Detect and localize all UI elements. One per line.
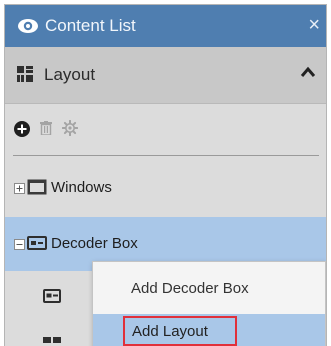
decoder-box-icon bbox=[27, 236, 47, 250]
panel-title: Content List bbox=[45, 16, 136, 35]
eye-icon bbox=[18, 19, 38, 33]
decoder-box-icon bbox=[43, 289, 61, 303]
layout-grid-icon bbox=[17, 66, 33, 82]
trash-icon[interactable] bbox=[40, 121, 52, 135]
toolbar-divider bbox=[13, 155, 319, 156]
window-icon bbox=[27, 179, 47, 195]
context-menu: Add Decoder Box Add Layout bbox=[92, 261, 326, 346]
tree-item-windows[interactable]: Windows bbox=[5, 161, 326, 215]
close-icon[interactable]: × bbox=[308, 5, 320, 45]
gear-icon[interactable] bbox=[62, 120, 78, 136]
layout-toolbar bbox=[5, 103, 326, 157]
layout-section-header[interactable]: Layout bbox=[5, 47, 326, 104]
add-circle-icon[interactable] bbox=[14, 121, 30, 137]
expand-icon[interactable] bbox=[14, 183, 25, 194]
menu-item-add-decoder-box[interactable]: Add Decoder Box bbox=[93, 268, 325, 310]
menu-item-add-layout[interactable]: Add Layout bbox=[93, 314, 325, 346]
chevron-up-icon[interactable] bbox=[300, 65, 316, 79]
menu-item-label: Add Layout bbox=[132, 323, 208, 340]
collapse-icon[interactable] bbox=[14, 239, 25, 250]
section-label: Layout bbox=[44, 65, 96, 84]
panel-titlebar: Content List × bbox=[5, 5, 326, 47]
menu-item-label: Add Decoder Box bbox=[131, 280, 249, 297]
content-list-panel: Content List × Layout Windows Decoder Bo… bbox=[4, 4, 327, 346]
tree-item-label: Windows bbox=[51, 179, 112, 196]
